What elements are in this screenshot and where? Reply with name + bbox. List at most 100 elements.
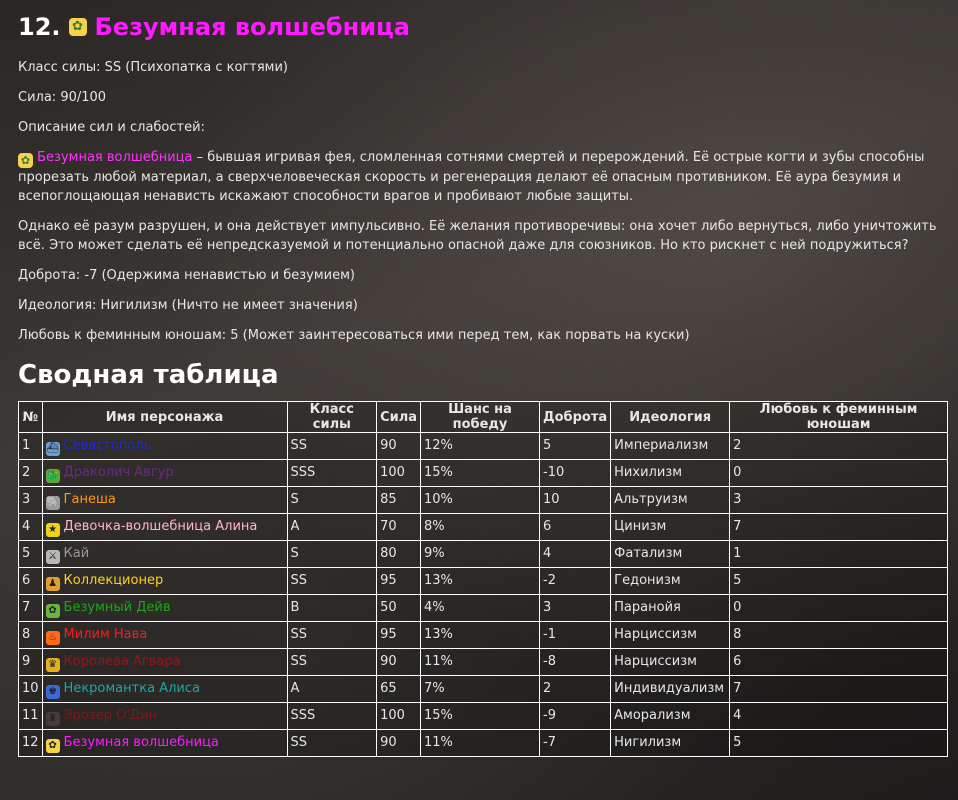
cell-number: 11 [18, 702, 43, 730]
cell-name: ⚔ Кай [41, 540, 288, 568]
cell-kindness: 4 [539, 540, 612, 568]
character-name: Севастополь [63, 438, 152, 453]
cell-number: 8 [18, 621, 43, 649]
character-name: Безумный Дейв [63, 600, 171, 615]
cell-love: 7 [729, 513, 948, 541]
cell-strength: 100 [376, 702, 422, 730]
cell-number: 10 [18, 675, 43, 703]
sprout-icon: ✿ [45, 604, 60, 618]
header-ideology: Идеология [610, 401, 731, 433]
cell-number: 4 [18, 513, 43, 541]
character-name: Милим Нава [63, 627, 148, 642]
cell-strength: 65 [376, 675, 422, 703]
cell-strength: 85 [376, 486, 422, 514]
cell-number: 9 [18, 648, 43, 676]
crown-icon: ♛ [45, 658, 60, 672]
cell-strength: 90 [376, 729, 422, 757]
cell-kindness: -2 [539, 567, 612, 595]
cell-win-chance: 15% [420, 459, 541, 487]
cell-name: ✿ Безумный Дейв [41, 594, 288, 622]
love-line: Любовь к феминным юношам: 5 (Может заинт… [18, 328, 690, 343]
article-body: 12. ✿ Безумная волшебница Класс силы: SS… [18, 12, 948, 757]
fairy-icon: ✿ [18, 153, 33, 168]
entry-number: 12. [18, 13, 61, 41]
cell-win-chance: 8% [420, 513, 541, 541]
description-name: Безумная волшебница [37, 150, 193, 165]
cell-name: 🐘 Ганеша [41, 486, 288, 514]
dragon-icon: 🐉 [45, 469, 60, 483]
table-row: 12 ✿ Безумная волшебница SS 90 11% -7 Нигилизм 5 [18, 729, 948, 757]
header-name: Имя персонажа [41, 401, 288, 433]
entry-title: 12. ✿ Безумная волшебница [18, 12, 948, 42]
fire-icon: ♨ [45, 631, 60, 645]
cell-number: 2 [18, 459, 43, 487]
cell-strength: 80 [376, 540, 422, 568]
cell-class: S [286, 486, 378, 514]
table-row: 6 ♟ Коллекционер SS 95 13% -2 Гедонизм 5 [18, 567, 948, 595]
description-paragraph: ✿ Безумная волшебница – бывшая игривая ф… [18, 148, 948, 206]
table-row: 4 ★ Девочка-волшебница Алина A 70 8% 6 Цинизм 7 [18, 513, 948, 541]
character-name: Драколич Авгур [63, 465, 174, 480]
cell-kindness: 6 [539, 513, 612, 541]
cell-love: 1 [729, 540, 948, 568]
elephant-icon: 🐘 [45, 496, 60, 510]
cell-kindness: 5 [539, 432, 612, 460]
cell-name: ✿ Безумная волшебница [41, 729, 288, 757]
cell-class: B [286, 594, 378, 622]
character-name: Безумная волшебница [63, 735, 219, 750]
cell-love: 3 [729, 486, 948, 514]
cell-love: 0 [729, 459, 948, 487]
cell-number: 12 [18, 729, 43, 757]
character-name: Королева Агвара [63, 654, 181, 669]
cell-class: A [286, 513, 378, 541]
cell-ideology: Альтруизм [610, 486, 731, 514]
collector-icon: ♟ [45, 577, 60, 591]
figure-icon: ♜ [45, 712, 60, 726]
cell-win-chance: 10% [420, 486, 541, 514]
header-strength: Сила [376, 401, 422, 433]
table-row: 11 ♜ Эрозер О'Дин SSS 100 15% -9 Аморализм 4 [18, 702, 948, 730]
crossed-swords-icon: ⚔ [45, 550, 60, 564]
cell-name: ★ Девочка-волшебница Алина [41, 513, 288, 541]
cell-kindness: 3 [539, 594, 612, 622]
cell-love: 7 [729, 675, 948, 703]
kindness-line: Доброта: -7 (Одержима ненавистью и безум… [18, 268, 355, 283]
cell-name: ♜ Эрозер О'Дин [41, 702, 288, 730]
cell-ideology: Нарциссизм [610, 648, 731, 676]
cell-love: 2 [729, 432, 948, 460]
cell-ideology: Нарциссизм [610, 621, 731, 649]
cell-win-chance: 11% [420, 729, 541, 757]
power-class-line: Класс силы: SS (Психопатка с когтями) [18, 60, 288, 75]
cell-win-chance: 15% [420, 702, 541, 730]
header-number: № [18, 401, 43, 433]
cell-ideology: Нихилизм [610, 459, 731, 487]
star-icon: ★ [45, 523, 60, 537]
character-name: Кай [63, 546, 90, 561]
table-row: 9 ♛ Королева Агвара SS 90 11% -8 Нарциссизм 6 [18, 648, 948, 676]
fairy-icon: ✿ [68, 18, 87, 36]
cell-kindness: -9 [539, 702, 612, 730]
header-class: Класс силы [286, 401, 378, 433]
cell-name: ♛ Королева Агвара [41, 648, 288, 676]
cell-class: SS [286, 648, 378, 676]
cell-name: ♨ Милим Нава [41, 621, 288, 649]
cell-class: A [286, 675, 378, 703]
cell-number: 3 [18, 486, 43, 514]
cell-strength: 90 [376, 432, 422, 460]
cell-strength: 50 [376, 594, 422, 622]
weakness-paragraph: Однако её разум разрушен, и она действуе… [18, 219, 937, 253]
table-row: 8 ♨ Милим Нава SS 95 13% -1 Нарциссизм 8 [18, 621, 948, 649]
summary-heading: Сводная таблица [18, 360, 279, 390]
cell-love: 6 [729, 648, 948, 676]
character-name: Некромантка Алиса [63, 681, 200, 696]
description-heading: Описание сил и слабостей: [18, 120, 205, 135]
cell-win-chance: 12% [420, 432, 541, 460]
cell-kindness: 2 [539, 675, 612, 703]
cell-win-chance: 4% [420, 594, 541, 622]
cell-love: 0 [729, 594, 948, 622]
cell-kindness: 10 [539, 486, 612, 514]
cell-strength: 95 [376, 567, 422, 595]
character-name: Девочка-волшебница Алина [63, 519, 258, 534]
entry-name: Безумная волшебница [94, 13, 410, 41]
cell-ideology: Паранойя [610, 594, 731, 622]
